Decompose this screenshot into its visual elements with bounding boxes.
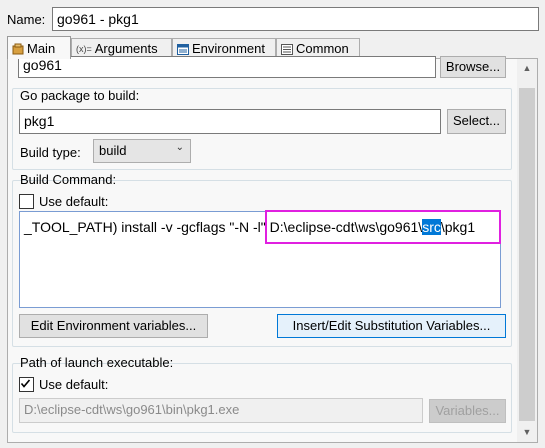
tab-main-label: Main	[27, 40, 56, 56]
build-type-select[interactable]: build ⌄	[93, 139, 191, 163]
launch-path-input: D:\eclipse-cdt\ws\go961\bin\pkg1.exe	[19, 398, 423, 423]
scrollbar-thumb[interactable]	[519, 88, 535, 421]
project-input[interactable]: go961	[18, 56, 436, 78]
tab-main[interactable]: Main	[7, 36, 71, 59]
select-button[interactable]: Select...	[447, 109, 506, 134]
build-command-group-label: Build Command:	[20, 172, 117, 187]
scroll-down-icon[interactable]: ▼	[517, 424, 537, 441]
launch-group-label: Path of launch executable:	[20, 355, 174, 370]
variables-button: Variables...	[429, 399, 506, 423]
arguments-icon: (x)=	[76, 43, 92, 54]
tab-environment-label: Environment	[192, 41, 265, 56]
edit-env-button[interactable]: Edit Environment variables...	[19, 314, 208, 338]
tab-arguments-label: Arguments	[94, 41, 158, 56]
check-icon	[20, 379, 31, 388]
build-use-default[interactable]: Use default:	[19, 194, 108, 209]
build-use-default-label: Use default:	[39, 194, 109, 209]
package-input[interactable]: pkg1	[19, 109, 441, 134]
tab-common[interactable]: Common	[276, 38, 360, 58]
build-use-default-checkbox[interactable]	[19, 194, 34, 209]
build-command-prefix: _TOOL_PATH) install -v -gcflags "-N -l"	[24, 219, 270, 235]
highlight-annotation	[265, 210, 501, 244]
launch-use-default-checkbox[interactable]	[19, 377, 34, 392]
name-input[interactable]: go961 - pkg1	[52, 7, 539, 31]
tab-arguments[interactable]: (x)= Arguments	[71, 38, 172, 58]
scroll-up-icon[interactable]: ▲	[517, 60, 537, 77]
common-icon	[281, 43, 293, 55]
launch-use-default-label: Use default:	[39, 377, 109, 392]
subst-variables-button[interactable]: Insert/Edit Substitution Variables...	[277, 314, 506, 338]
build-type-label: Build type:	[20, 145, 81, 160]
package-group-label: Go package to build:	[20, 88, 140, 103]
build-type-value: build	[99, 143, 127, 158]
browse-button[interactable]: Browse...	[440, 56, 506, 78]
name-label: Name:	[7, 12, 46, 27]
tab-common-label: Common	[296, 41, 349, 56]
main-tab-icon	[12, 43, 24, 54]
launch-use-default[interactable]: Use default:	[19, 377, 108, 392]
chevron-down-icon: ⌄	[175, 142, 184, 153]
tab-environment[interactable]: Environment	[172, 38, 276, 58]
environment-icon	[177, 43, 189, 55]
